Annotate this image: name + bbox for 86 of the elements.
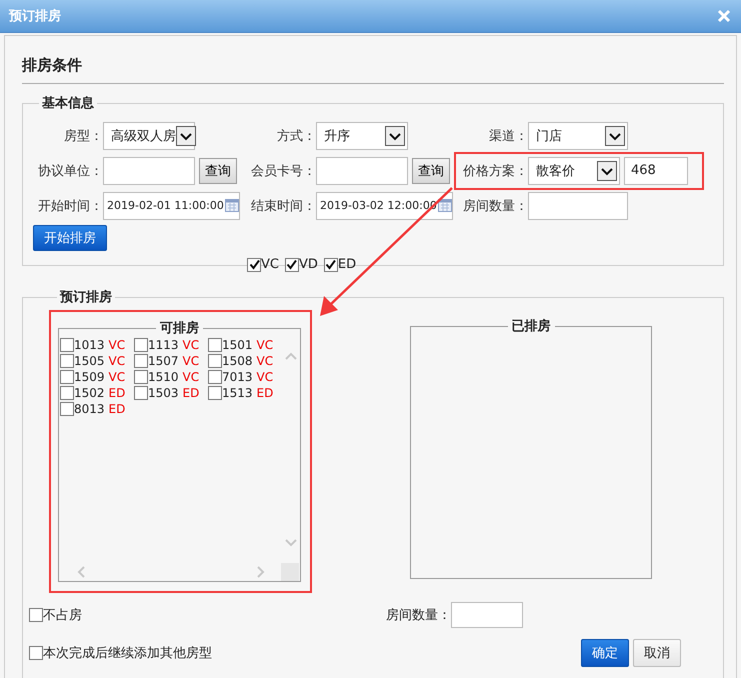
room-number: 1113: [148, 338, 179, 352]
window-title: 预订排房: [9, 8, 61, 25]
room-status: VC: [256, 370, 274, 384]
room-number: 8013: [74, 402, 105, 416]
query-button[interactable]: 查询: [199, 158, 237, 184]
checkbox-label: ED: [338, 257, 356, 272]
room-number: 1013: [74, 338, 105, 352]
select-field[interactable]: 高级双人房: [103, 122, 195, 150]
checkbox-label: VD: [298, 257, 318, 272]
select-field[interactable]: 散客价: [528, 156, 620, 184]
select-field[interactable]: 升序: [316, 122, 408, 150]
room-status: VC: [182, 338, 200, 352]
room-number: 1501: [222, 338, 253, 352]
confirm-button[interactable]: 确定: [581, 639, 629, 667]
room-number: 1513: [222, 386, 253, 400]
room-status: ED: [108, 402, 126, 416]
list-title: 已排房: [510, 318, 552, 335]
checkbox[interactable]: [60, 370, 74, 384]
checkbox[interactable]: [208, 354, 222, 368]
input-field[interactable]: [103, 156, 195, 184]
field-label: 会员卡号：: [250, 162, 316, 180]
field-label: 价格方案：: [462, 162, 528, 180]
room-status: VC: [108, 370, 126, 384]
room-number: 7013: [222, 370, 253, 384]
room-list[interactable]: 可排房 1013 VC 1113 VC 1501 VC 1505 VC 1507 VC 1508 VC 1509 VC 1510 VC 7013 VC 1502 ED 1503 ED 1513 ED 8013 ED: [58, 319, 301, 582]
room-status: VC: [182, 354, 200, 368]
checkbox[interactable]: [134, 370, 148, 384]
checkbox[interactable]: [208, 370, 222, 384]
checkbox-label: 不占房: [43, 607, 82, 624]
section-heading: 排房条件: [22, 56, 724, 84]
select-field[interactable]: 门店: [528, 122, 628, 150]
room-number: 1509: [74, 370, 105, 384]
checkbox[interactable]: [60, 386, 74, 400]
checkbox[interactable]: [208, 386, 222, 400]
field-label: 开始时间：: [37, 198, 103, 214]
checkbox[interactable]: [134, 386, 148, 400]
room-number: 1507: [148, 354, 179, 368]
date-field[interactable]: 2019-02-01 11:00:00: [103, 192, 240, 220]
checkbox[interactable]: [60, 354, 74, 368]
room-number: 1502: [74, 386, 105, 400]
room-number: 1508: [222, 354, 253, 368]
field-label: 方式：: [276, 128, 316, 144]
room-number: 1510: [148, 370, 179, 384]
field-label: 房间数量：: [386, 607, 451, 624]
panel-legend: 预订排房: [57, 288, 115, 306]
room-status: ED: [182, 386, 200, 400]
room-status: ED: [108, 386, 126, 400]
room-status: VC: [108, 354, 126, 368]
checkbox[interactable]: [208, 338, 222, 352]
checkbox[interactable]: [60, 338, 74, 352]
room-status: VC: [256, 338, 274, 352]
checkbox[interactable]: [134, 338, 148, 352]
price-field[interactable]: 468: [624, 156, 688, 184]
room-status: VC: [108, 338, 126, 352]
room-status: ED: [256, 386, 274, 400]
cancel-button[interactable]: 取消: [633, 639, 681, 667]
list-title: 可排房: [159, 320, 200, 337]
room-status: VC: [182, 370, 200, 384]
field-label: 结束时间：: [250, 198, 316, 214]
checkbox[interactable]: [284, 258, 299, 272]
input-field[interactable]: [451, 602, 523, 628]
query-button[interactable]: 查询: [412, 158, 450, 184]
scrollbar-corner: [281, 563, 299, 581]
panel-legend: 基本信息: [39, 94, 97, 112]
checkbox[interactable]: [134, 354, 148, 368]
field-label: 房间数量：: [462, 198, 528, 214]
close-icon[interactable]: [717, 9, 731, 23]
checkbox[interactable]: [324, 258, 338, 272]
checkbox[interactable]: [29, 608, 43, 622]
calendar-icon[interactable]: [225, 199, 239, 212]
field-label: 房型：: [63, 128, 103, 144]
input-field[interactable]: [316, 156, 408, 184]
input-field[interactable]: [528, 192, 628, 220]
checkbox-label: 本次完成后继续添加其他房型: [43, 645, 212, 662]
room-number: 1503: [148, 386, 179, 400]
room-status: VC: [256, 354, 274, 368]
start-button[interactable]: 开始排房: [33, 225, 107, 251]
calendar-icon[interactable]: [438, 199, 452, 212]
assigned-list[interactable]: 已排房: [410, 317, 652, 579]
room-number: 1505: [74, 354, 105, 368]
checkbox-label: VC: [261, 257, 279, 272]
field-label: 协议单位：: [37, 162, 103, 180]
checkbox[interactable]: [247, 258, 261, 272]
field-label: 渠道：: [488, 128, 528, 144]
checkbox[interactable]: [60, 402, 74, 416]
checkbox[interactable]: [29, 646, 43, 660]
